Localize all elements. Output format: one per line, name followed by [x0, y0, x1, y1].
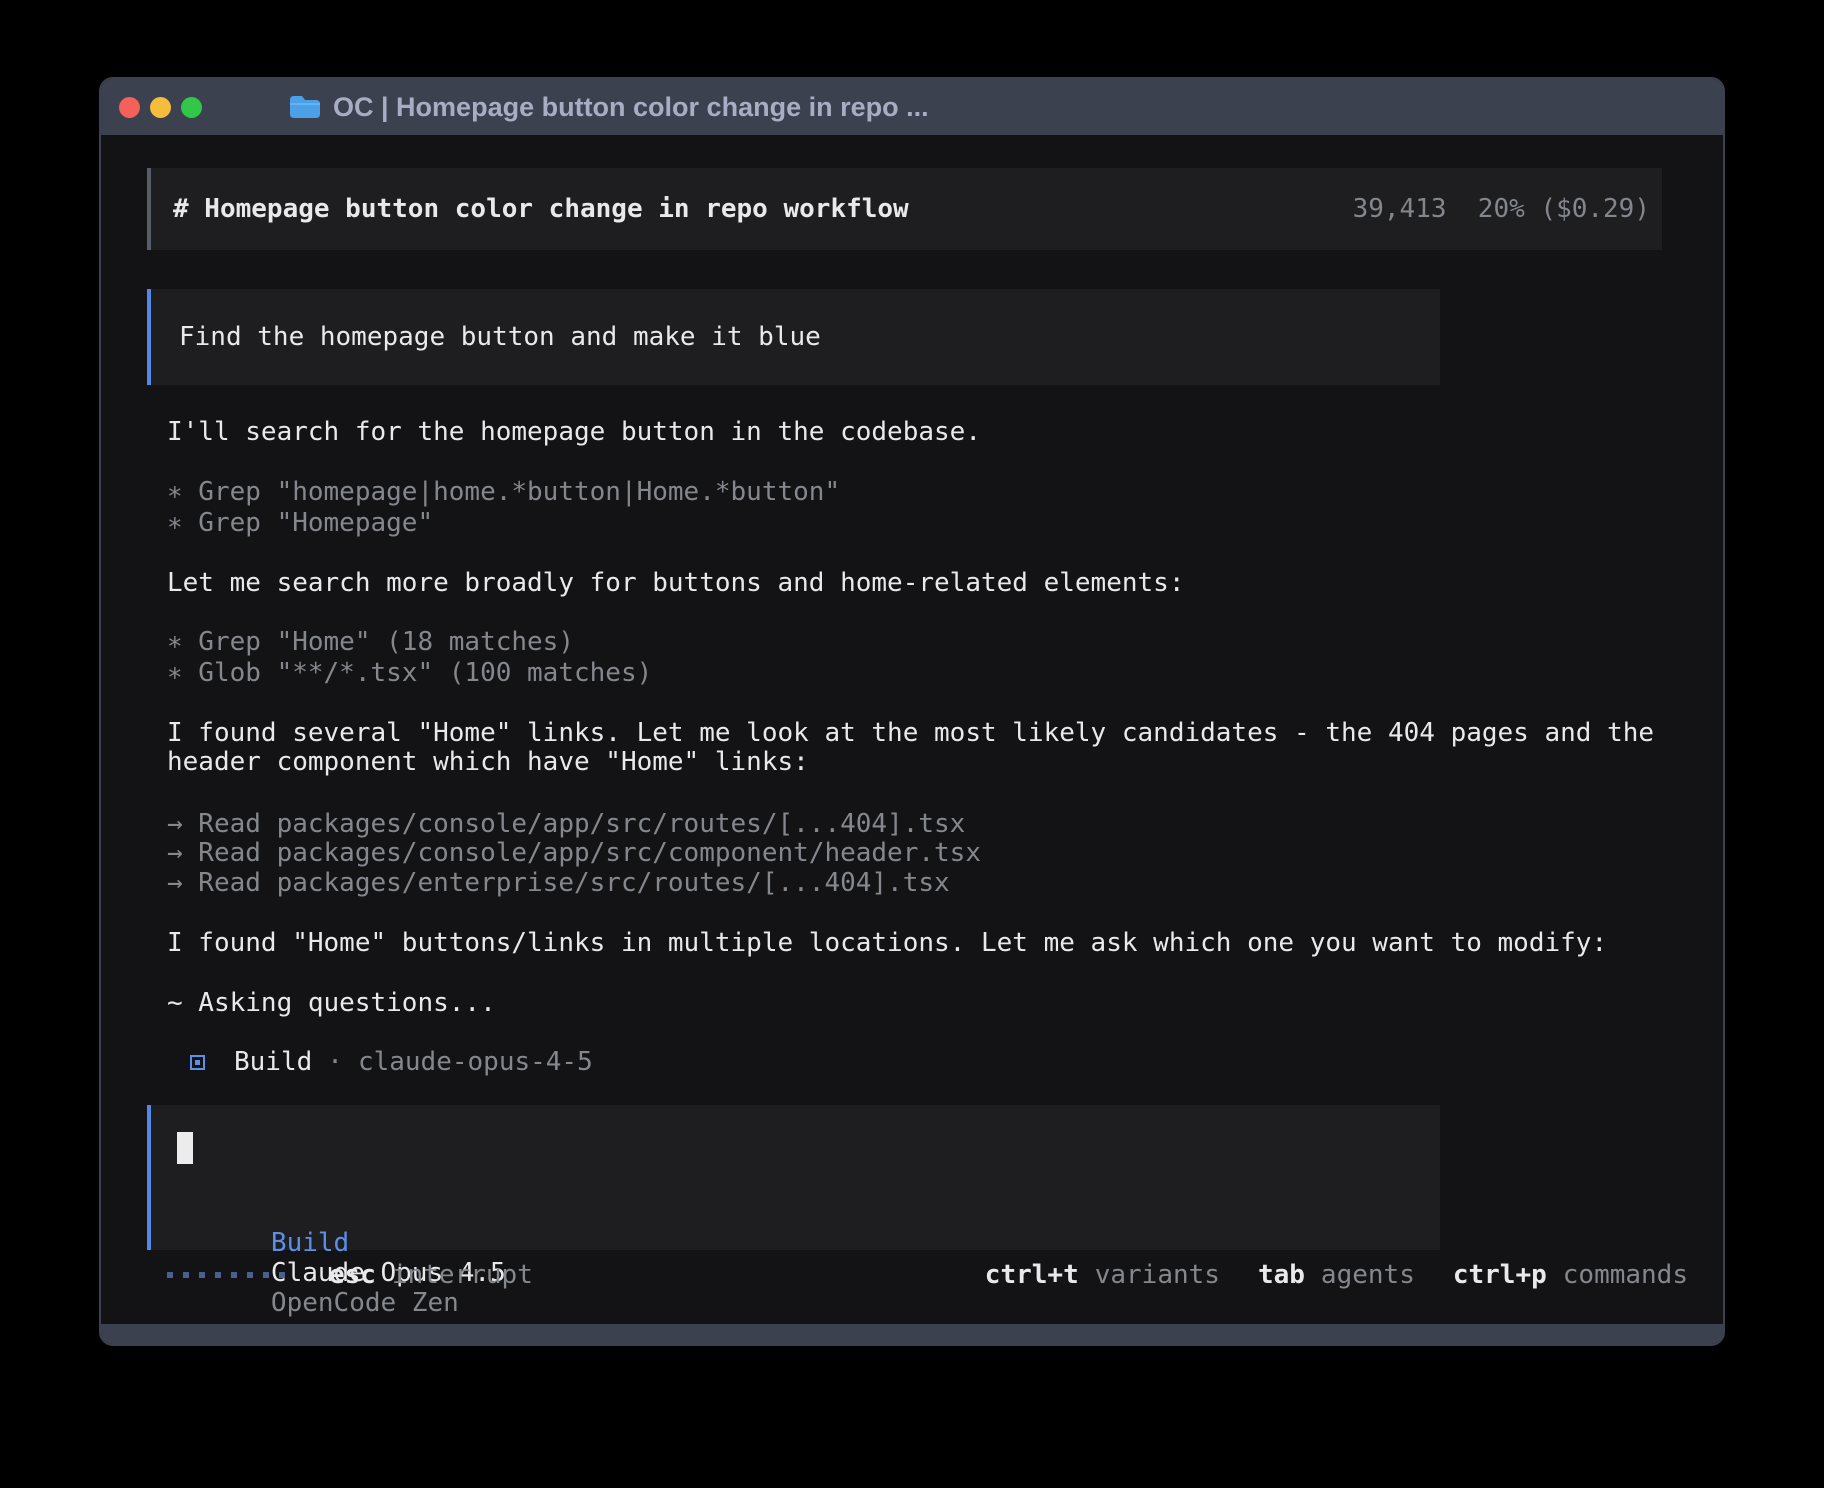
- agent-model: claude-opus-4-5: [358, 1047, 593, 1077]
- input-model-line: Build Claude Opus 4.5 OpenCode Zen: [177, 1198, 522, 1228]
- hint-agents: tab agents: [1258, 1260, 1415, 1290]
- minimize-button[interactable]: [150, 97, 171, 118]
- agent-build-icon: [190, 1055, 205, 1070]
- tool-call-grep: ∗ Grep "Home" (18 matches): [167, 627, 574, 657]
- hint-commands: ctrl+p commands: [1453, 1260, 1688, 1290]
- hints-right: ctrl+t variants tab agents ctrl+p comman…: [985, 1260, 1688, 1290]
- commands-label: commands: [1563, 1260, 1688, 1290]
- ctrl-p-key: ctrl+p: [1453, 1260, 1547, 1290]
- terminal-window: OC | Homepage button color change in rep…: [99, 77, 1725, 1346]
- input-mode[interactable]: Build: [271, 1228, 349, 1258]
- close-button[interactable]: [119, 97, 140, 118]
- assistant-text-line: I found "Home" buttons/links in multiple…: [167, 928, 1607, 958]
- folder-icon: [288, 94, 320, 120]
- assistant-text-line: I found several "Home" links. Let me loo…: [167, 718, 1654, 748]
- titlebar: OC | Homepage button color change in rep…: [101, 79, 1723, 135]
- hint-bar: esc interrupt ctrl+t variants tab agents…: [167, 1260, 1688, 1290]
- window-footer-strip: [101, 1324, 1723, 1344]
- status-separator: ·: [327, 1047, 343, 1077]
- esc-key: esc: [329, 1260, 376, 1290]
- hint-variants: ctrl+t variants: [985, 1260, 1220, 1290]
- tool-call-grep: ∗ Grep "Homepage": [167, 508, 433, 538]
- ctrl-t-key: ctrl+t: [985, 1260, 1079, 1290]
- tab-key: tab: [1258, 1260, 1305, 1290]
- traffic-lights: [119, 97, 202, 118]
- user-message: Find the homepage button and make it blu…: [147, 289, 1440, 385]
- tool-call-read: → Read packages/enterprise/src/routes/[.…: [167, 868, 950, 898]
- window-title: OC | Homepage button color change in rep…: [333, 92, 929, 123]
- maximize-button[interactable]: [181, 97, 202, 118]
- variants-label: variants: [1095, 1260, 1220, 1290]
- tool-call-glob: ∗ Glob "**/*.tsx" (100 matches): [167, 658, 652, 688]
- tool-call-read: → Read packages/console/app/src/routes/[…: [167, 809, 965, 839]
- assistant-text-line: header component which have "Home" links…: [167, 747, 809, 777]
- agents-label: agents: [1321, 1260, 1415, 1290]
- assistant-text-line: Let me search more broadly for buttons a…: [167, 568, 1184, 598]
- agent-name: Build: [234, 1047, 312, 1077]
- user-message-text: Find the homepage button and make it blu…: [179, 322, 821, 352]
- hint-esc: esc interrupt: [329, 1260, 533, 1290]
- agent-status-row: Build · claude-opus-4-5: [190, 1047, 593, 1077]
- title-group: OC | Homepage button color change in rep…: [288, 92, 929, 123]
- assistant-text-line: I'll search for the homepage button in t…: [167, 417, 981, 447]
- input-provider: OpenCode Zen: [271, 1288, 459, 1318]
- tool-call-read: → Read packages/console/app/src/componen…: [167, 838, 981, 868]
- assistant-status-line: ~ Asking questions...: [167, 988, 496, 1018]
- session-title: # Homepage button color change in repo w…: [173, 194, 909, 224]
- text-cursor: [177, 1132, 193, 1164]
- spinner-dots: [167, 1272, 285, 1278]
- esc-label: interrupt: [392, 1260, 533, 1290]
- tool-call-grep: ∗ Grep "homepage|home.*button|Home.*butt…: [167, 477, 840, 507]
- session-token-stats: 39,413 20% ($0.29): [1353, 194, 1650, 224]
- prompt-input[interactable]: Build Claude Opus 4.5 OpenCode Zen: [147, 1105, 1440, 1250]
- session-header: # Homepage button color change in repo w…: [147, 168, 1662, 250]
